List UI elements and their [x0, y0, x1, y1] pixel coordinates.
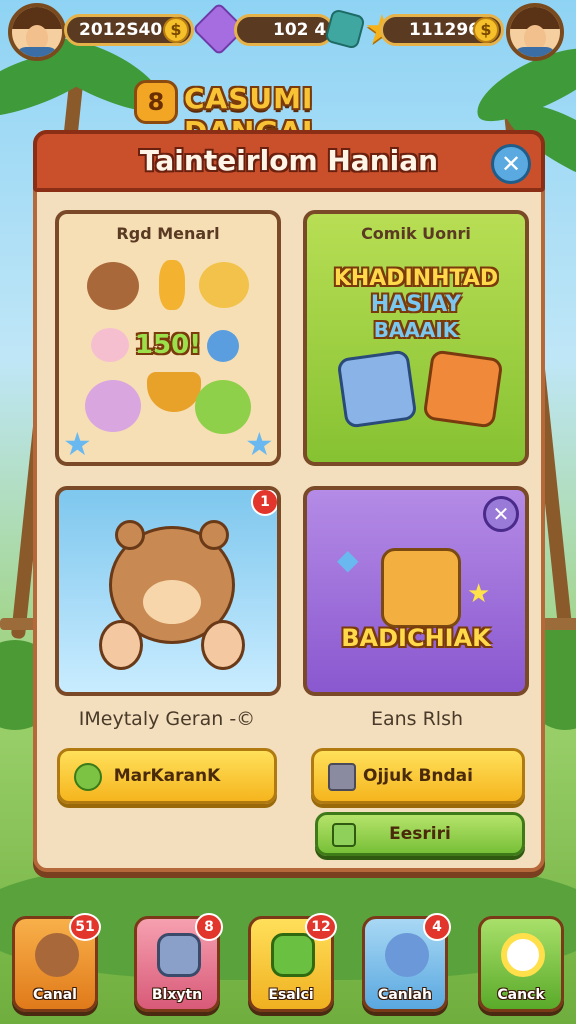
ojjuk-button[interactable]: Ojjuk Bndai	[311, 748, 525, 804]
basket-icon	[147, 372, 201, 412]
currency-right-value: 111296	[409, 20, 480, 40]
card-bear-mascot[interactable]: 1	[55, 486, 281, 696]
card-caption-left: IMeytaly Geran -©	[78, 708, 256, 730]
notification-badge: 51	[69, 913, 101, 941]
star-icon: ★	[63, 425, 92, 463]
orange-bag-character	[422, 349, 504, 429]
panel-title: Tainteirlom Hanian	[139, 144, 439, 177]
avatar-shirt	[514, 47, 556, 57]
event-headline-3: BAAAIK	[373, 318, 459, 342]
dice-icon	[324, 8, 366, 50]
player-avatar-right[interactable]	[506, 3, 564, 61]
nav-canal[interactable]: 51 Canal	[12, 913, 101, 1012]
notification-badge: 1	[251, 490, 277, 516]
badge-headline: BADICHIAK	[341, 624, 491, 652]
notification-badge: 12	[305, 913, 337, 941]
ojjuk-button-label: Ojjuk Bndai	[363, 766, 473, 786]
gift-box-icon	[271, 933, 315, 977]
notification-badge: 4	[423, 913, 451, 941]
player-avatar-left[interactable]	[8, 3, 66, 61]
currency-left-value: 2012S40	[79, 20, 163, 40]
panel-header: Tainteirlom Hanian ✕	[33, 130, 545, 192]
button-icon	[207, 330, 239, 362]
nav-label: Blxytn	[151, 987, 203, 1003]
blue-bag-character	[336, 349, 418, 429]
card-comic-event[interactable]: Comik Uonri KHADINHTAD HASIAY BAAAIK	[303, 210, 529, 466]
nav-canck[interactable]: Canck	[478, 916, 564, 1012]
currency-mid-value: 102 4	[273, 20, 327, 40]
bear-icon	[35, 933, 79, 977]
card-title: Rgd Menarl	[116, 224, 220, 243]
eesriri-button[interactable]: Eesriri	[315, 812, 525, 856]
card-badge-shop[interactable]: ✕ ◆ ★ BADICHIAK	[303, 486, 529, 696]
event-headline-2: HASIAY	[370, 292, 462, 317]
bear-ear	[115, 520, 145, 550]
card-reward-collection[interactable]: Rgd Menarl 150! ★ ★	[55, 210, 281, 466]
bear-muzzle	[143, 580, 201, 624]
logo-badge: 8	[134, 80, 178, 124]
star-icon: ★	[245, 425, 274, 463]
bear-paw	[99, 620, 143, 670]
avatar-shirt	[16, 47, 58, 57]
card-caption-right: Eans Rlsh	[370, 708, 464, 730]
nav-label: Esalci	[268, 987, 314, 1003]
fence	[540, 618, 576, 630]
notification-badge: 8	[195, 913, 223, 941]
trophy-icon	[159, 260, 185, 310]
card-title: Comik Uonri	[361, 224, 471, 243]
chat-icon	[74, 763, 102, 791]
star-icon: ★	[467, 579, 491, 609]
flower-icon	[501, 933, 545, 977]
nav-label: Canlah	[378, 987, 432, 1003]
frog-character	[195, 380, 251, 434]
shop-machine-icon	[157, 933, 201, 977]
eesriri-button-label: Eesriri	[389, 824, 451, 844]
markarank-button[interactable]: MarKaranK	[57, 748, 277, 804]
cat-character	[199, 262, 249, 308]
bag-character	[381, 548, 461, 628]
currency-pill-mid[interactable]: 102 4	[234, 14, 334, 46]
nav-esalci[interactable]: 12 Esalci	[248, 913, 337, 1012]
crystal-icon: ◆	[337, 543, 359, 576]
bear-character	[87, 262, 139, 310]
game-logo: 8 CASUMI DANGAI	[134, 76, 424, 148]
tools-icon[interactable]: ✕	[483, 496, 519, 532]
checkbox-icon	[332, 823, 356, 847]
nav-label: Canal	[33, 987, 77, 1003]
close-button[interactable]: ✕	[491, 144, 531, 184]
nav-canlah[interactable]: 4 Canlah	[362, 913, 451, 1012]
bear-ear	[199, 520, 229, 550]
coin-icon: $	[163, 17, 189, 43]
bird-icon	[385, 933, 429, 977]
main-panel: Tainteirlom Hanian ✕ Rgd Menarl 150! ★ ★…	[33, 130, 545, 872]
mouse-character	[85, 380, 141, 432]
currency-pill-right[interactable]: 111296 $	[380, 14, 504, 46]
bear-paw	[201, 620, 245, 670]
currency-pill-left[interactable]: 2012S40 $	[64, 14, 194, 46]
markarank-button-label: MarKaranK	[113, 766, 221, 786]
nav-label: Canck	[497, 987, 545, 1003]
top-bar: 2012S40 $ 102 4 ★ 111296 $	[0, 0, 576, 64]
calendar-icon	[328, 763, 356, 791]
coin-icon: $	[473, 17, 499, 43]
reward-number: 150!	[134, 330, 202, 360]
event-headline-1: KHADINHTAD	[333, 266, 499, 291]
nav-blxytn[interactable]: 8 Blxytn	[134, 913, 223, 1012]
